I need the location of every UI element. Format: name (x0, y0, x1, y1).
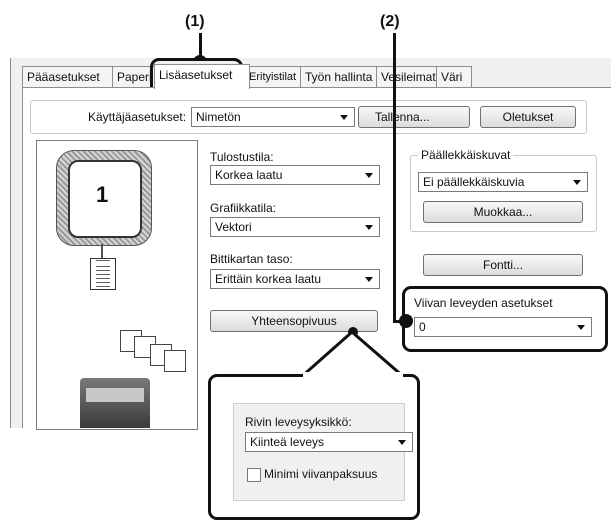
callout-2: (2) (380, 13, 400, 30)
tab-color[interactable]: Väri (436, 66, 472, 87)
chevron-down-icon (577, 325, 585, 330)
chevron-down-icon (573, 180, 581, 185)
overlay-edit-button[interactable]: Muokkaa... (423, 201, 583, 223)
printer-icon (86, 388, 144, 402)
print-mode-select[interactable]: Korkea laatu (210, 165, 380, 185)
user-settings-select[interactable]: Nimetön (191, 107, 355, 127)
tab-main[interactable]: Pääasetukset (22, 66, 116, 87)
callout-line-2 (393, 33, 396, 323)
tab-special-modes[interactable]: Erityistilat (244, 66, 306, 87)
copies-icon (164, 350, 186, 372)
page-number: 1 (96, 182, 109, 207)
bitmap-level-select[interactable]: Erittäin korkea laatu (210, 269, 380, 289)
user-settings-value: Nimetön (196, 110, 241, 124)
printer-icon (80, 378, 150, 428)
chevron-down-icon (398, 440, 406, 445)
chevron-down-icon (340, 115, 348, 120)
chevron-down-icon (365, 277, 373, 282)
graphics-mode-value: Vektori (215, 220, 252, 234)
line-width-select[interactable]: 0 (414, 317, 592, 337)
bitmap-level-value: Erittäin korkea laatu (215, 272, 322, 286)
line-width-value: 0 (419, 320, 426, 334)
min-line-label: Minimi viivanpaksuus (264, 467, 378, 481)
line-unit-label: Rivin leveysyksikkö: (245, 415, 352, 429)
defaults-button[interactable]: Oletukset (480, 106, 576, 128)
bitmap-level-label: Bittikartan taso: (210, 252, 293, 266)
overlay-group-label: Päällekkäiskuvat (418, 148, 514, 162)
tab-watermarks[interactable]: Vesileimat (376, 66, 442, 87)
callout-dot-2 (399, 314, 413, 328)
overlay-value: Ei päällekkäiskuvia (423, 175, 525, 189)
print-mode-value: Korkea laatu (215, 168, 283, 182)
preview-connector (101, 244, 103, 258)
print-mode-label: Tulostustila: (210, 150, 274, 164)
line-width-group-label: Viivan leveyden asetukset (414, 296, 553, 310)
graphics-mode-select[interactable]: Vektori (210, 217, 380, 237)
min-line-checkbox[interactable] (247, 468, 261, 482)
tab-job-handling[interactable]: Työn hallinta (300, 66, 380, 87)
save-button[interactable]: Tallenna... (358, 106, 470, 128)
callout-1: (1) (185, 13, 205, 30)
user-settings-label: Käyttäjäasetukset: (88, 110, 187, 124)
graphics-mode-label: Grafiikkatila: (210, 201, 277, 215)
overlay-select[interactable]: Ei päällekkäiskuvia (418, 172, 588, 192)
zoom-pointer-gap (303, 372, 403, 378)
line-unit-select[interactable]: Kiinteä leveys (245, 432, 413, 452)
document-icon (90, 258, 116, 290)
line-unit-value: Kiinteä leveys (250, 435, 325, 449)
chevron-down-icon (365, 225, 373, 230)
chevron-down-icon (365, 173, 373, 178)
font-button[interactable]: Fontti... (423, 254, 583, 276)
tab-advanced[interactable]: Lisäasetukset (154, 64, 250, 89)
